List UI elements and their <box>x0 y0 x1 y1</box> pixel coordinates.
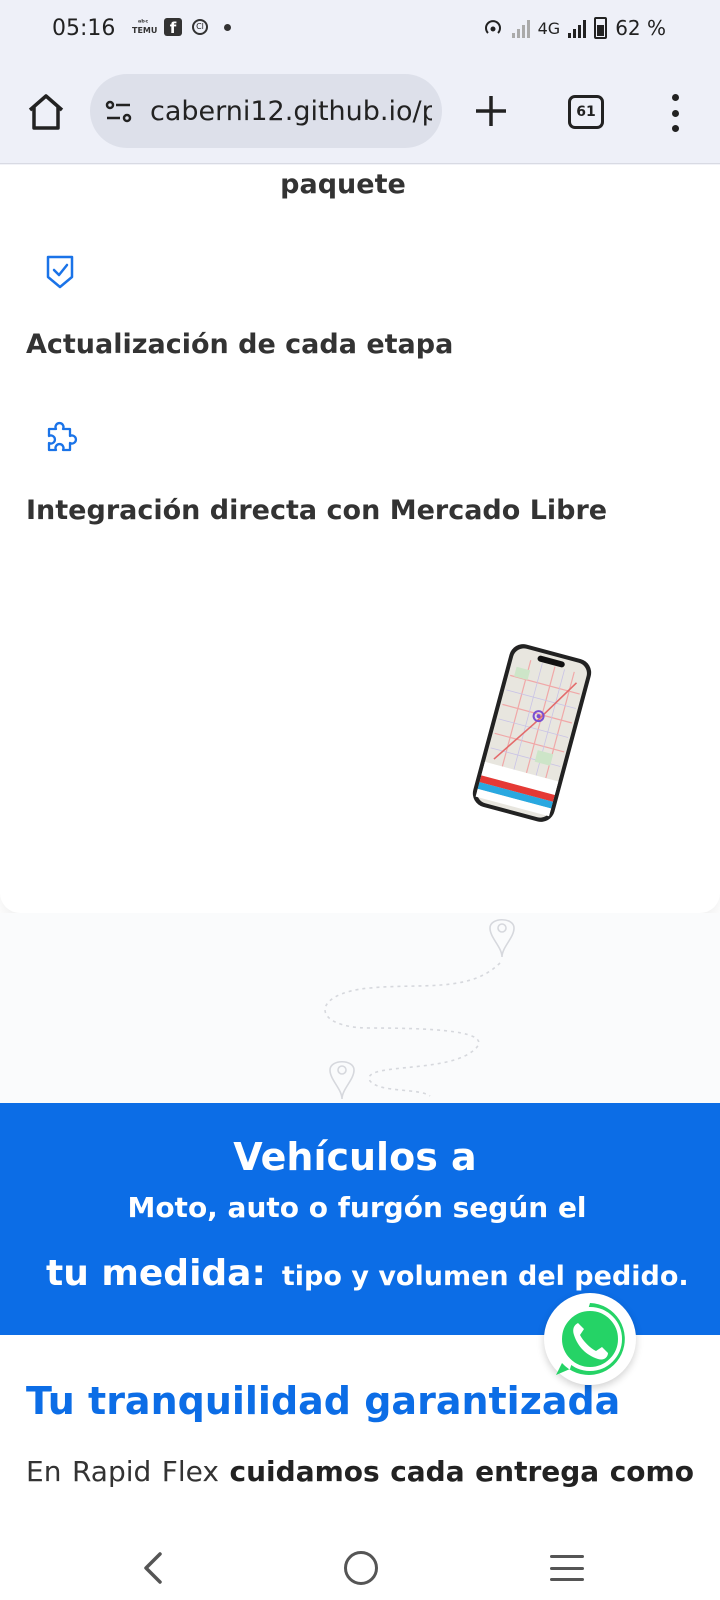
facebook-icon: f <box>164 18 182 37</box>
site-settings-icon[interactable] <box>104 98 134 126</box>
banner-highlight-rest: tipo y volumen del pedido. <box>281 1261 689 1292</box>
app-notification-icon: Cl <box>192 19 208 35</box>
section-text: En Rapid Flex cuidamos cada entrega como <box>26 1455 694 1488</box>
whatsapp-icon <box>556 1303 625 1375</box>
banner-subtitle: Moto, auto o furgón según el <box>127 1191 587 1224</box>
phone-map-image <box>472 644 592 822</box>
section-word-bold: entrega <box>475 1455 600 1488</box>
section-word-bold: como <box>609 1455 694 1488</box>
section-word: Flex <box>161 1455 219 1488</box>
address-bar[interactable]: caberni12.github.io/p <box>90 74 442 148</box>
banner-highlight-row: tu medida: tipo y volumen del pedido. <box>46 1253 689 1294</box>
network-type: 4G <box>537 18 561 38</box>
route-path-illustration <box>324 918 515 1100</box>
section-word-bold: cuidamos <box>229 1455 380 1488</box>
section-word: En <box>26 1455 62 1488</box>
browser-menu-button[interactable] <box>668 94 682 132</box>
section-title: Tu tranquilidad garantizada <box>26 1379 621 1423</box>
system-indicators: 4G 62 % <box>482 16 666 40</box>
signal-sim2-icon <box>568 18 587 38</box>
route-decoration <box>0 913 720 1103</box>
browser-toolbar: caberni12.github.io/p 61 <box>0 62 720 164</box>
whatsapp-button[interactable] <box>544 1293 636 1385</box>
status-bar: 05:16 ᵃᵇᶜ TEMU f Cl 4G 62 % <box>0 0 720 62</box>
more-notifications-dot-icon <box>224 23 231 31</box>
feature-title: Actualización de cada etapa <box>26 329 454 360</box>
feature-title: Integración directa con Mercado Libre <box>26 495 608 526</box>
banner-title: Vehículos a <box>233 1135 477 1179</box>
web-page: paquete Actualización de cada etapa Inte… <box>0 165 720 1537</box>
back-button[interactable] <box>140 1551 166 1585</box>
banner-highlight: tu medida: <box>46 1253 266 1294</box>
home-button[interactable] <box>24 90 68 134</box>
recent-apps-button[interactable] <box>550 1555 584 1581</box>
hotspot-icon <box>484 20 501 34</box>
section-word: Rapid <box>71 1455 152 1488</box>
puzzle-icon <box>47 421 78 452</box>
url-text[interactable]: caberni12.github.io/p <box>150 96 432 127</box>
battery-icon <box>594 17 608 39</box>
tab-switcher-button[interactable]: 61 <box>568 95 604 129</box>
feature-text-fragment: paquete <box>280 169 406 200</box>
shield-check-icon <box>46 255 74 289</box>
navigation-bar <box>0 1537 720 1600</box>
battery-percent: 62 % <box>615 16 666 40</box>
signal-sim1-icon <box>511 18 530 38</box>
temu-icon: ᵃᵇᶜ TEMU <box>132 18 158 35</box>
new-tab-button[interactable] <box>472 92 510 130</box>
status-time: 05:16 <box>52 16 116 41</box>
features-card: paquete Actualización de cada etapa Inte… <box>0 165 720 913</box>
home-nav-button[interactable] <box>344 1551 378 1585</box>
section-word-bold: cada <box>390 1455 465 1488</box>
notification-icons: ᵃᵇᶜ TEMU f Cl <box>132 18 231 37</box>
